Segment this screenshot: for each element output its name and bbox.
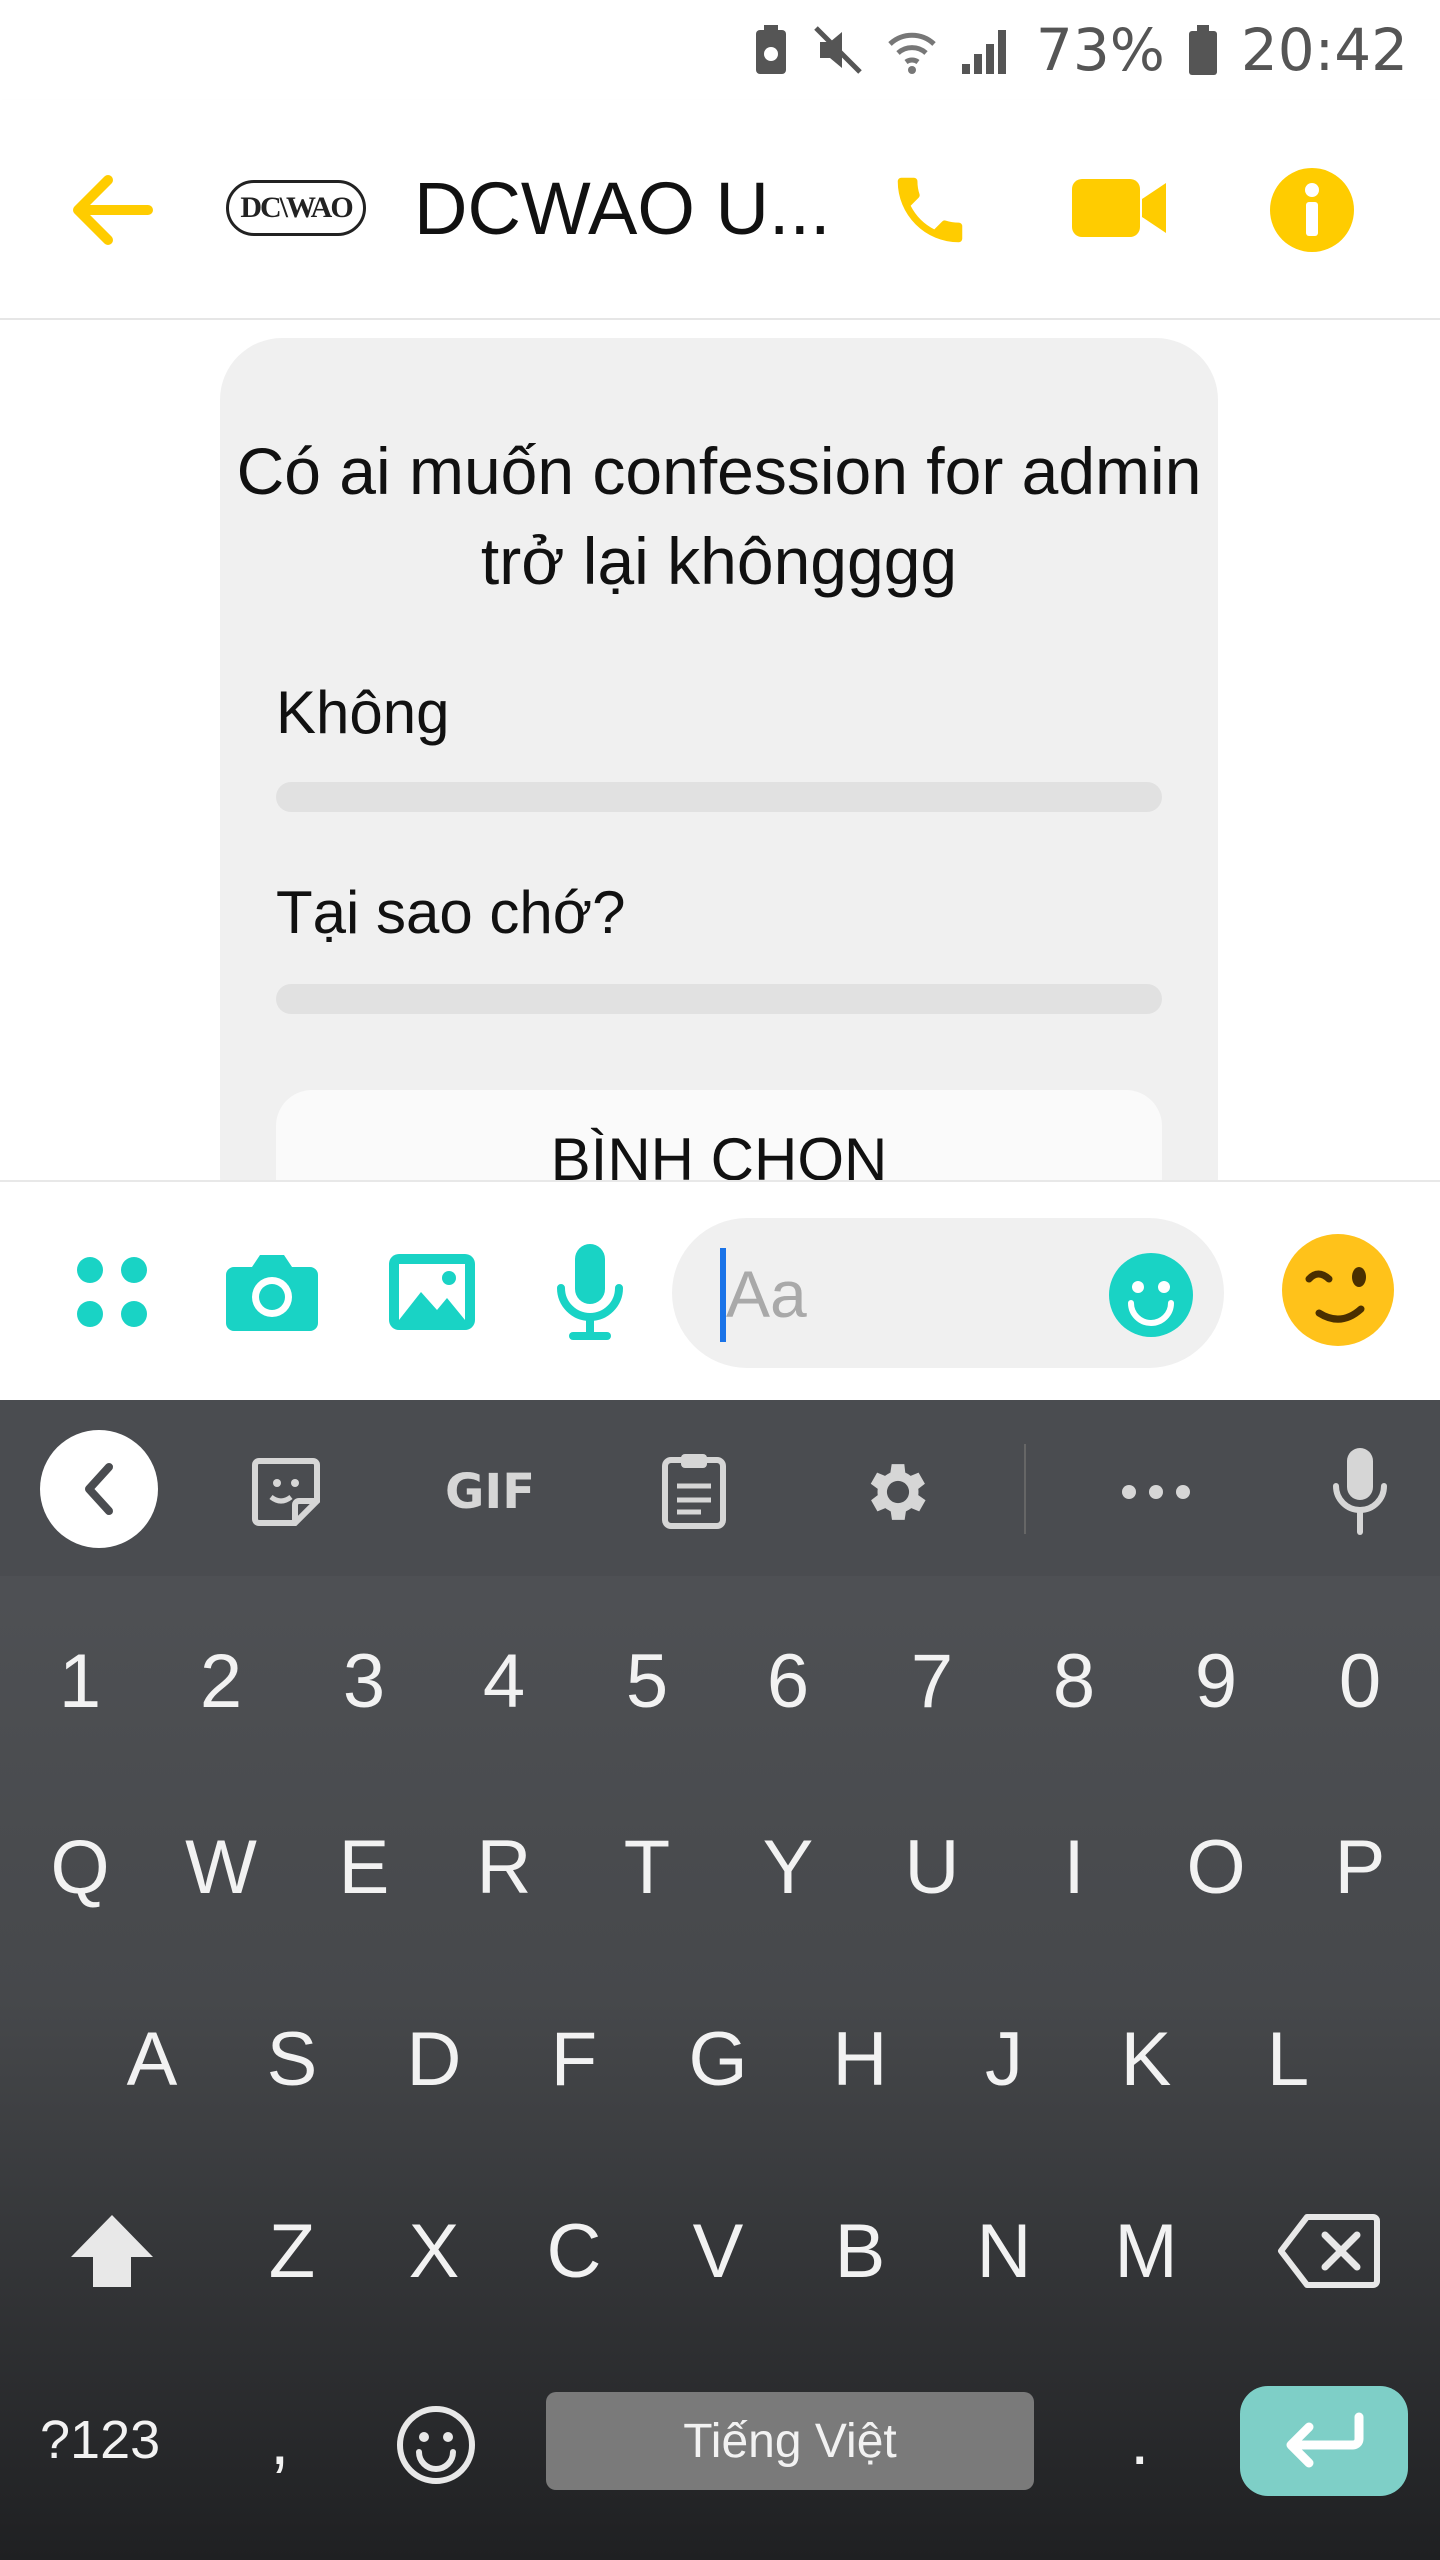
poll-option-bar: [276, 984, 1162, 1014]
camera-icon[interactable]: [220, 1242, 324, 1342]
battery-percent: 73%: [1035, 16, 1165, 84]
key-m[interactable]: M: [1074, 2176, 1218, 2326]
key-n[interactable]: N: [932, 2176, 1076, 2326]
key-r[interactable]: R: [432, 1792, 576, 1942]
settings-gear-icon[interactable]: [848, 1442, 948, 1542]
chat-header: DC\WAO DCWAO U...: [0, 100, 1440, 320]
info-icon[interactable]: [1262, 160, 1362, 260]
key-l[interactable]: L: [1216, 1984, 1360, 2134]
key-s[interactable]: S: [220, 1984, 364, 2134]
key-h[interactable]: H: [788, 1984, 932, 2134]
vote-button[interactable]: BÌNH CHỌN: [276, 1090, 1162, 1180]
wifi-icon: [886, 24, 938, 76]
more-options-icon[interactable]: [1106, 1442, 1206, 1542]
sticker-icon[interactable]: [236, 1442, 336, 1542]
clock: 20:42: [1240, 16, 1408, 84]
key-1[interactable]: 1: [8, 1606, 152, 1756]
space-bar[interactable]: Tiếng Việt: [546, 2392, 1034, 2490]
key-j[interactable]: J: [932, 1984, 1076, 2134]
poll-option-label[interactable]: Không: [276, 678, 450, 747]
wink-emoji-icon[interactable]: [1276, 1228, 1400, 1352]
key-c[interactable]: C: [502, 2176, 646, 2326]
key-i[interactable]: I: [1002, 1792, 1146, 1942]
battery-icon: [1187, 23, 1219, 77]
video-call-icon[interactable]: [1066, 162, 1174, 254]
key-2[interactable]: 2: [149, 1606, 293, 1756]
keyboard-toolbar: GIF: [0, 1400, 1440, 1576]
poll-card: Có ai muốn confession for admin trở lại …: [220, 338, 1218, 1180]
poll-question: Có ai muốn confession for admin trở lại …: [236, 434, 1202, 598]
backspace-key[interactable]: [1254, 2176, 1404, 2326]
keyboard: GIF 1 2 3 4 5 6 7 8 9 0 Q W E R T Y U I …: [0, 1400, 1440, 2560]
toolbar-divider: [1024, 1444, 1026, 1534]
key-4[interactable]: 4: [432, 1606, 576, 1756]
shift-key[interactable]: [40, 2176, 184, 2326]
key-0[interactable]: 0: [1288, 1606, 1432, 1756]
key-t[interactable]: T: [575, 1792, 719, 1942]
symbols-key[interactable]: ?123: [40, 2400, 190, 2480]
key-p[interactable]: P: [1288, 1792, 1432, 1942]
message-input[interactable]: [726, 1240, 1086, 1348]
key-d[interactable]: D: [362, 1984, 506, 2134]
chat-title[interactable]: DCWAO U...: [414, 166, 824, 251]
key-6[interactable]: 6: [716, 1606, 860, 1756]
key-v[interactable]: V: [646, 2176, 790, 2326]
battery-saver-icon: [752, 24, 790, 76]
key-k[interactable]: K: [1074, 1984, 1218, 2134]
poll-option-label[interactable]: Tại sao chớ?: [276, 878, 626, 947]
collapse-toolbar-icon[interactable]: [40, 1430, 158, 1548]
phone-call-icon[interactable]: [880, 160, 980, 260]
key-5[interactable]: 5: [575, 1606, 719, 1756]
key-3[interactable]: 3: [292, 1606, 436, 1756]
poll-option-bar: [276, 782, 1162, 812]
key-w[interactable]: W: [149, 1792, 293, 1942]
emoji-key-icon[interactable]: [376, 2370, 496, 2520]
mute-icon: [812, 24, 864, 76]
key-f[interactable]: F: [502, 1984, 646, 2134]
apps-grid-icon[interactable]: [62, 1242, 162, 1342]
key-q[interactable]: Q: [8, 1792, 152, 1942]
key-o[interactable]: O: [1144, 1792, 1288, 1942]
key-7[interactable]: 7: [860, 1606, 1004, 1756]
comma-key[interactable]: ,: [270, 2400, 310, 2500]
enter-key[interactable]: [1240, 2386, 1408, 2496]
emoji-picker-icon[interactable]: [1106, 1250, 1196, 1340]
message-composer: [0, 1180, 1440, 1402]
status-bar: 73% 20:42: [0, 0, 1440, 100]
signal-icon: [960, 24, 1014, 76]
group-avatar[interactable]: DC\WAO: [226, 180, 366, 236]
message-box[interactable]: [672, 1218, 1224, 1368]
gif-button[interactable]: GIF: [430, 1452, 550, 1532]
chat-area: Có ai muốn confession for admin trở lại …: [0, 320, 1440, 1180]
key-z[interactable]: Z: [220, 2176, 364, 2326]
gallery-icon[interactable]: [382, 1242, 482, 1342]
clipboard-icon[interactable]: [644, 1440, 744, 1540]
microphone-icon[interactable]: [540, 1234, 640, 1350]
key-y[interactable]: Y: [716, 1792, 860, 1942]
key-8[interactable]: 8: [1002, 1606, 1146, 1756]
key-9[interactable]: 9: [1144, 1606, 1288, 1756]
key-u[interactable]: U: [860, 1792, 1004, 1942]
key-e[interactable]: E: [292, 1792, 436, 1942]
key-b[interactable]: B: [788, 2176, 932, 2326]
key-a[interactable]: A: [80, 1984, 224, 2134]
key-x[interactable]: X: [362, 2176, 506, 2326]
voice-input-icon[interactable]: [1310, 1436, 1410, 1546]
back-arrow-icon[interactable]: [56, 160, 166, 260]
period-key[interactable]: .: [1130, 2390, 1170, 2490]
key-g[interactable]: G: [646, 1984, 790, 2134]
